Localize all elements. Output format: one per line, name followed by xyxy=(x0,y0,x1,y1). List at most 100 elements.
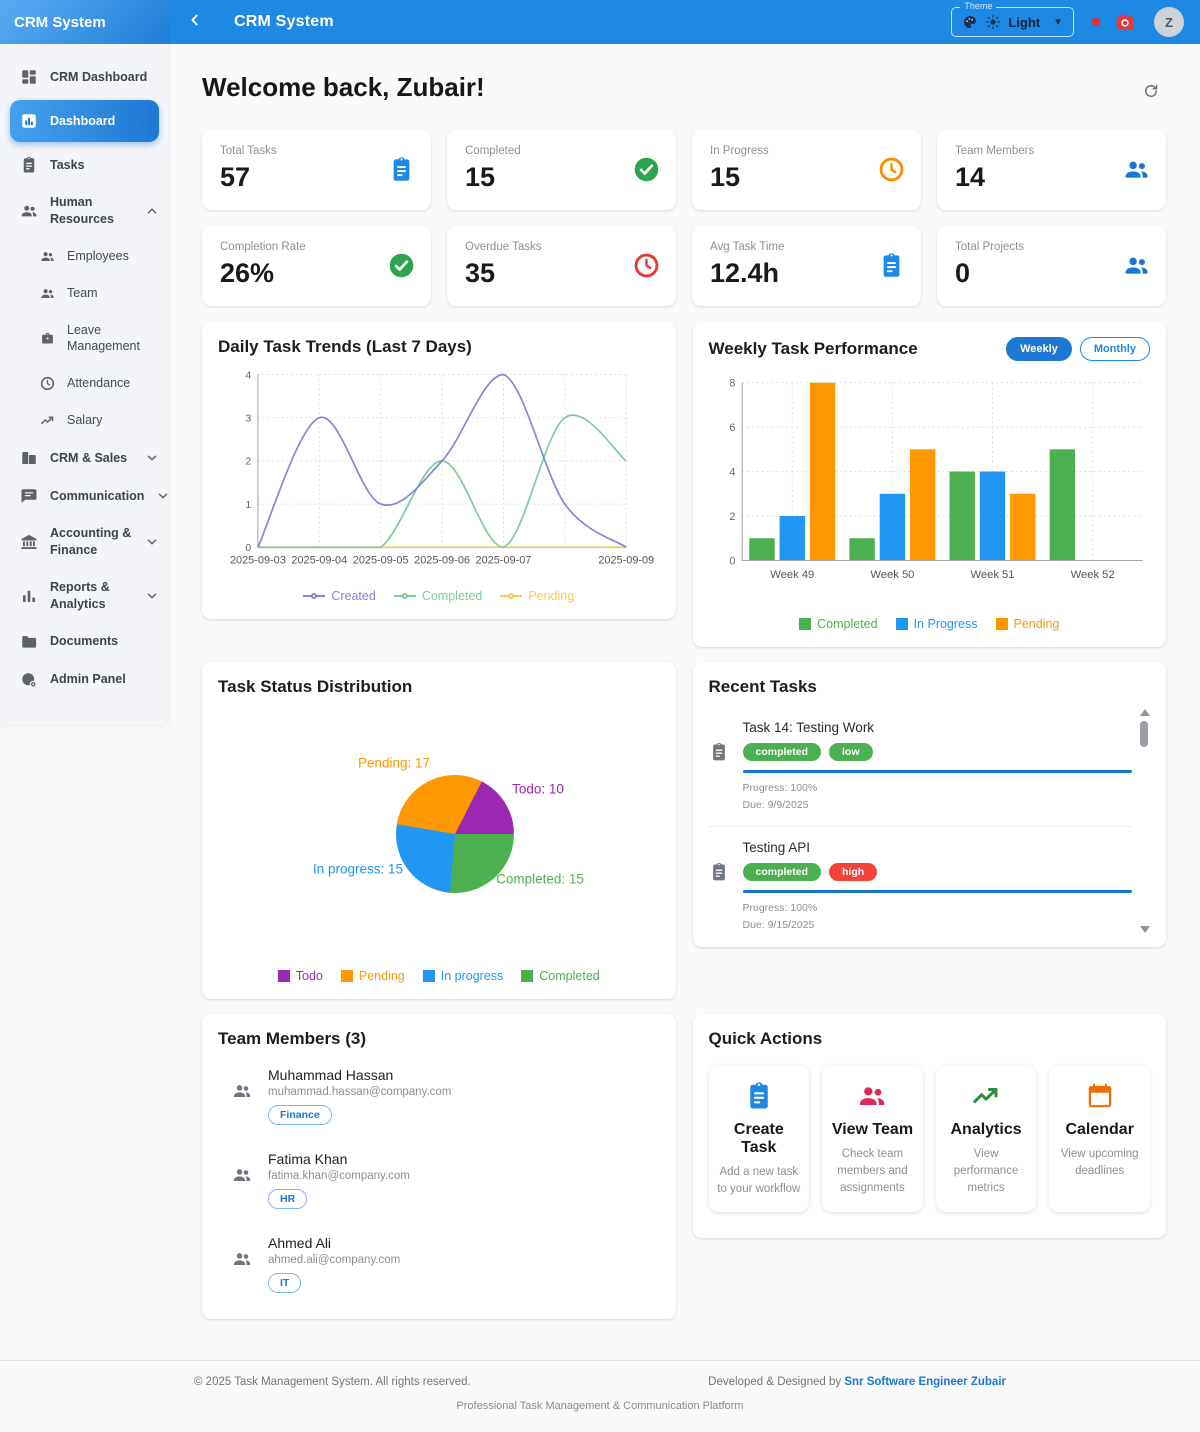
stat-card-in-progress: In Progress15 xyxy=(692,130,921,210)
legend-label: Completed xyxy=(817,617,877,631)
legend-item-completed[interactable]: Completed xyxy=(521,969,599,983)
legend-item-pending[interactable]: Pending xyxy=(996,617,1060,631)
clipboard-icon xyxy=(20,156,38,174)
sidebar-item-label: Employees xyxy=(67,248,159,265)
stat-value: 26% xyxy=(220,258,413,289)
svg-text:2025-09-03: 2025-09-03 xyxy=(230,554,286,566)
stat-value: 35 xyxy=(465,258,658,289)
daily-trends-title: Daily Task Trends (Last 7 Days) xyxy=(218,337,472,357)
sidebar-item-crm-sales[interactable]: CRM & Sales xyxy=(0,439,169,477)
legend-item-in-progress[interactable]: In Progress xyxy=(896,617,978,631)
sidebar-item-accounting-finance[interactable]: Accounting & Finance xyxy=(0,515,169,569)
sidebar-item-dashboard[interactable]: Dashboard xyxy=(10,100,159,142)
sidebar-item-tasks[interactable]: Tasks xyxy=(0,146,169,184)
page-title: Welcome back, Zubair! xyxy=(202,72,485,103)
clock-icon xyxy=(878,156,905,183)
toggle-monthly[interactable]: Monthly xyxy=(1080,337,1150,361)
stat-value: 12.4h xyxy=(710,258,903,289)
sidebar-item-reports-analytics[interactable]: Reports & Analytics xyxy=(0,569,169,623)
legend-item-pending[interactable]: Pending xyxy=(500,589,574,603)
quick-action-calendar[interactable]: CalendarView upcoming deadlines xyxy=(1049,1065,1150,1211)
recent-tasks-title: Recent Tasks xyxy=(709,677,1151,697)
sidebar-item-salary[interactable]: Salary xyxy=(0,402,169,439)
legend-line-marker-icon xyxy=(500,595,522,597)
legend-item-in-progress[interactable]: In progress xyxy=(423,969,504,983)
legend-square-marker-icon xyxy=(799,618,811,630)
credit-link[interactable]: Snr Software Engineer Zubair xyxy=(844,1376,1006,1388)
legend-item-created[interactable]: Created xyxy=(303,589,375,603)
sidebar-item-label: Accounting & Finance xyxy=(50,525,133,559)
task-row[interactable]: Task 14: Testing WorkcompletedlowProgres… xyxy=(709,707,1133,827)
recent-tasks-list: Task 14: Testing WorkcompletedlowProgres… xyxy=(709,707,1151,935)
team-member-row[interactable]: Fatima Khanfatima.khan@company.comHR xyxy=(218,1139,660,1223)
scroll-down-arrow-icon[interactable] xyxy=(1140,926,1150,933)
team-member-row[interactable]: Muhammad Hassanmuhammad.hassan@company.c… xyxy=(218,1055,660,1139)
sidebar-item-communication[interactable]: Communication xyxy=(0,477,169,515)
stat-card-avg-task-time: Avg Task Time12.4h xyxy=(692,226,921,306)
sidebar-item-leave-management[interactable]: Leave Management xyxy=(0,312,169,366)
quick-action-view-team[interactable]: View TeamCheck team members and assignme… xyxy=(822,1065,923,1211)
quick-action-create-task[interactable]: Create TaskAdd a new task to your workfl… xyxy=(709,1065,810,1211)
sun-icon xyxy=(985,14,1001,30)
legend-square-marker-icon xyxy=(423,970,435,982)
stat-label: In Progress xyxy=(710,145,903,157)
team-member-row[interactable]: Ahmed Aliahmed.ali@company.comIT xyxy=(218,1223,660,1307)
avatar[interactable]: Z xyxy=(1154,7,1184,37)
stat-value: 14 xyxy=(955,162,1148,193)
svg-text:0: 0 xyxy=(245,543,251,554)
stat-card-completion-rate: Completion Rate26% xyxy=(202,226,431,306)
weekly-performance-title: Weekly Task Performance xyxy=(709,339,918,359)
sidebar-item-attendance[interactable]: Attendance xyxy=(0,365,169,402)
stat-card-team-members: Team Members14 xyxy=(937,130,1166,210)
sidebar-item-admin-panel[interactable]: Admin Panel xyxy=(0,661,169,699)
legend-item-todo[interactable]: Todo xyxy=(278,969,323,983)
svg-text:6: 6 xyxy=(729,422,735,434)
refresh-icon xyxy=(1142,82,1160,100)
page: CRM System CRM System Theme Light ▼ Z CR… xyxy=(0,0,1200,1432)
calendar-icon xyxy=(1085,1081,1115,1111)
scrollbar[interactable] xyxy=(1138,709,1150,933)
camera-icon[interactable] xyxy=(1114,11,1136,33)
sidebar-item-crm-dashboard[interactable]: CRM Dashboard xyxy=(0,58,169,96)
legend-item-completed[interactable]: Completed xyxy=(394,589,482,603)
member-email: muhammad.hassan@company.com xyxy=(268,1086,451,1098)
legend-label: Completed xyxy=(539,969,599,983)
legend-item-pending[interactable]: Pending xyxy=(341,969,405,983)
status-badge: low xyxy=(829,743,873,761)
scrollbar-thumb[interactable] xyxy=(1140,721,1148,747)
people-icon xyxy=(232,1081,252,1101)
quick-action-title: Calendar xyxy=(1057,1121,1142,1139)
briefcase-icon xyxy=(40,331,55,346)
svg-text:2025-09-09: 2025-09-09 xyxy=(598,554,654,566)
people-icon xyxy=(1123,156,1150,183)
svg-text:Week 52: Week 52 xyxy=(1070,569,1114,581)
scroll-up-arrow-icon[interactable] xyxy=(1140,709,1150,716)
status-badge: completed xyxy=(743,863,822,881)
legend-item-completed[interactable]: Completed xyxy=(799,617,877,631)
sidebar-brand: CRM System xyxy=(0,0,170,44)
sidebar-item-employees[interactable]: Employees xyxy=(0,238,169,275)
theme-select[interactable]: Theme Light ▼ xyxy=(951,7,1074,37)
legend-label: Pending xyxy=(528,589,574,603)
sidebar-collapse-button[interactable] xyxy=(180,7,210,37)
app-title: CRM System xyxy=(234,13,334,31)
sidebar-item-human-resources[interactable]: Human Resources xyxy=(0,184,169,238)
status-distribution-chart: Todo: 10Completed: 15In progress: 15Pend… xyxy=(218,697,660,965)
trending-icon xyxy=(971,1081,1001,1111)
stat-label: Overdue Tasks xyxy=(465,241,658,253)
sidebar-item-documents[interactable]: Documents xyxy=(0,623,169,661)
stat-label: Completed xyxy=(465,145,658,157)
task-row[interactable]: Testing APIcompletedhighProgress: 100%Du… xyxy=(709,827,1133,935)
sidebar-item-label: Human Resources xyxy=(50,194,133,228)
chevron-down-icon xyxy=(145,535,159,549)
people-icon xyxy=(40,286,55,301)
chevron-down-icon: ▼ xyxy=(1053,17,1063,28)
sidebar-item-team[interactable]: Team xyxy=(0,275,169,312)
weekly-performance-chart: 02468Week 49Week 50Week 51Week 52 xyxy=(709,369,1151,613)
check-circle-icon xyxy=(388,252,415,279)
quick-action-analytics[interactable]: AnalyticsView performance metrics xyxy=(936,1065,1037,1211)
refresh-button[interactable] xyxy=(1136,76,1166,106)
toggle-weekly[interactable]: Weekly xyxy=(1006,337,1072,361)
check-circle-icon xyxy=(633,156,660,183)
sidebar-item-label: Dashboard xyxy=(50,113,149,130)
